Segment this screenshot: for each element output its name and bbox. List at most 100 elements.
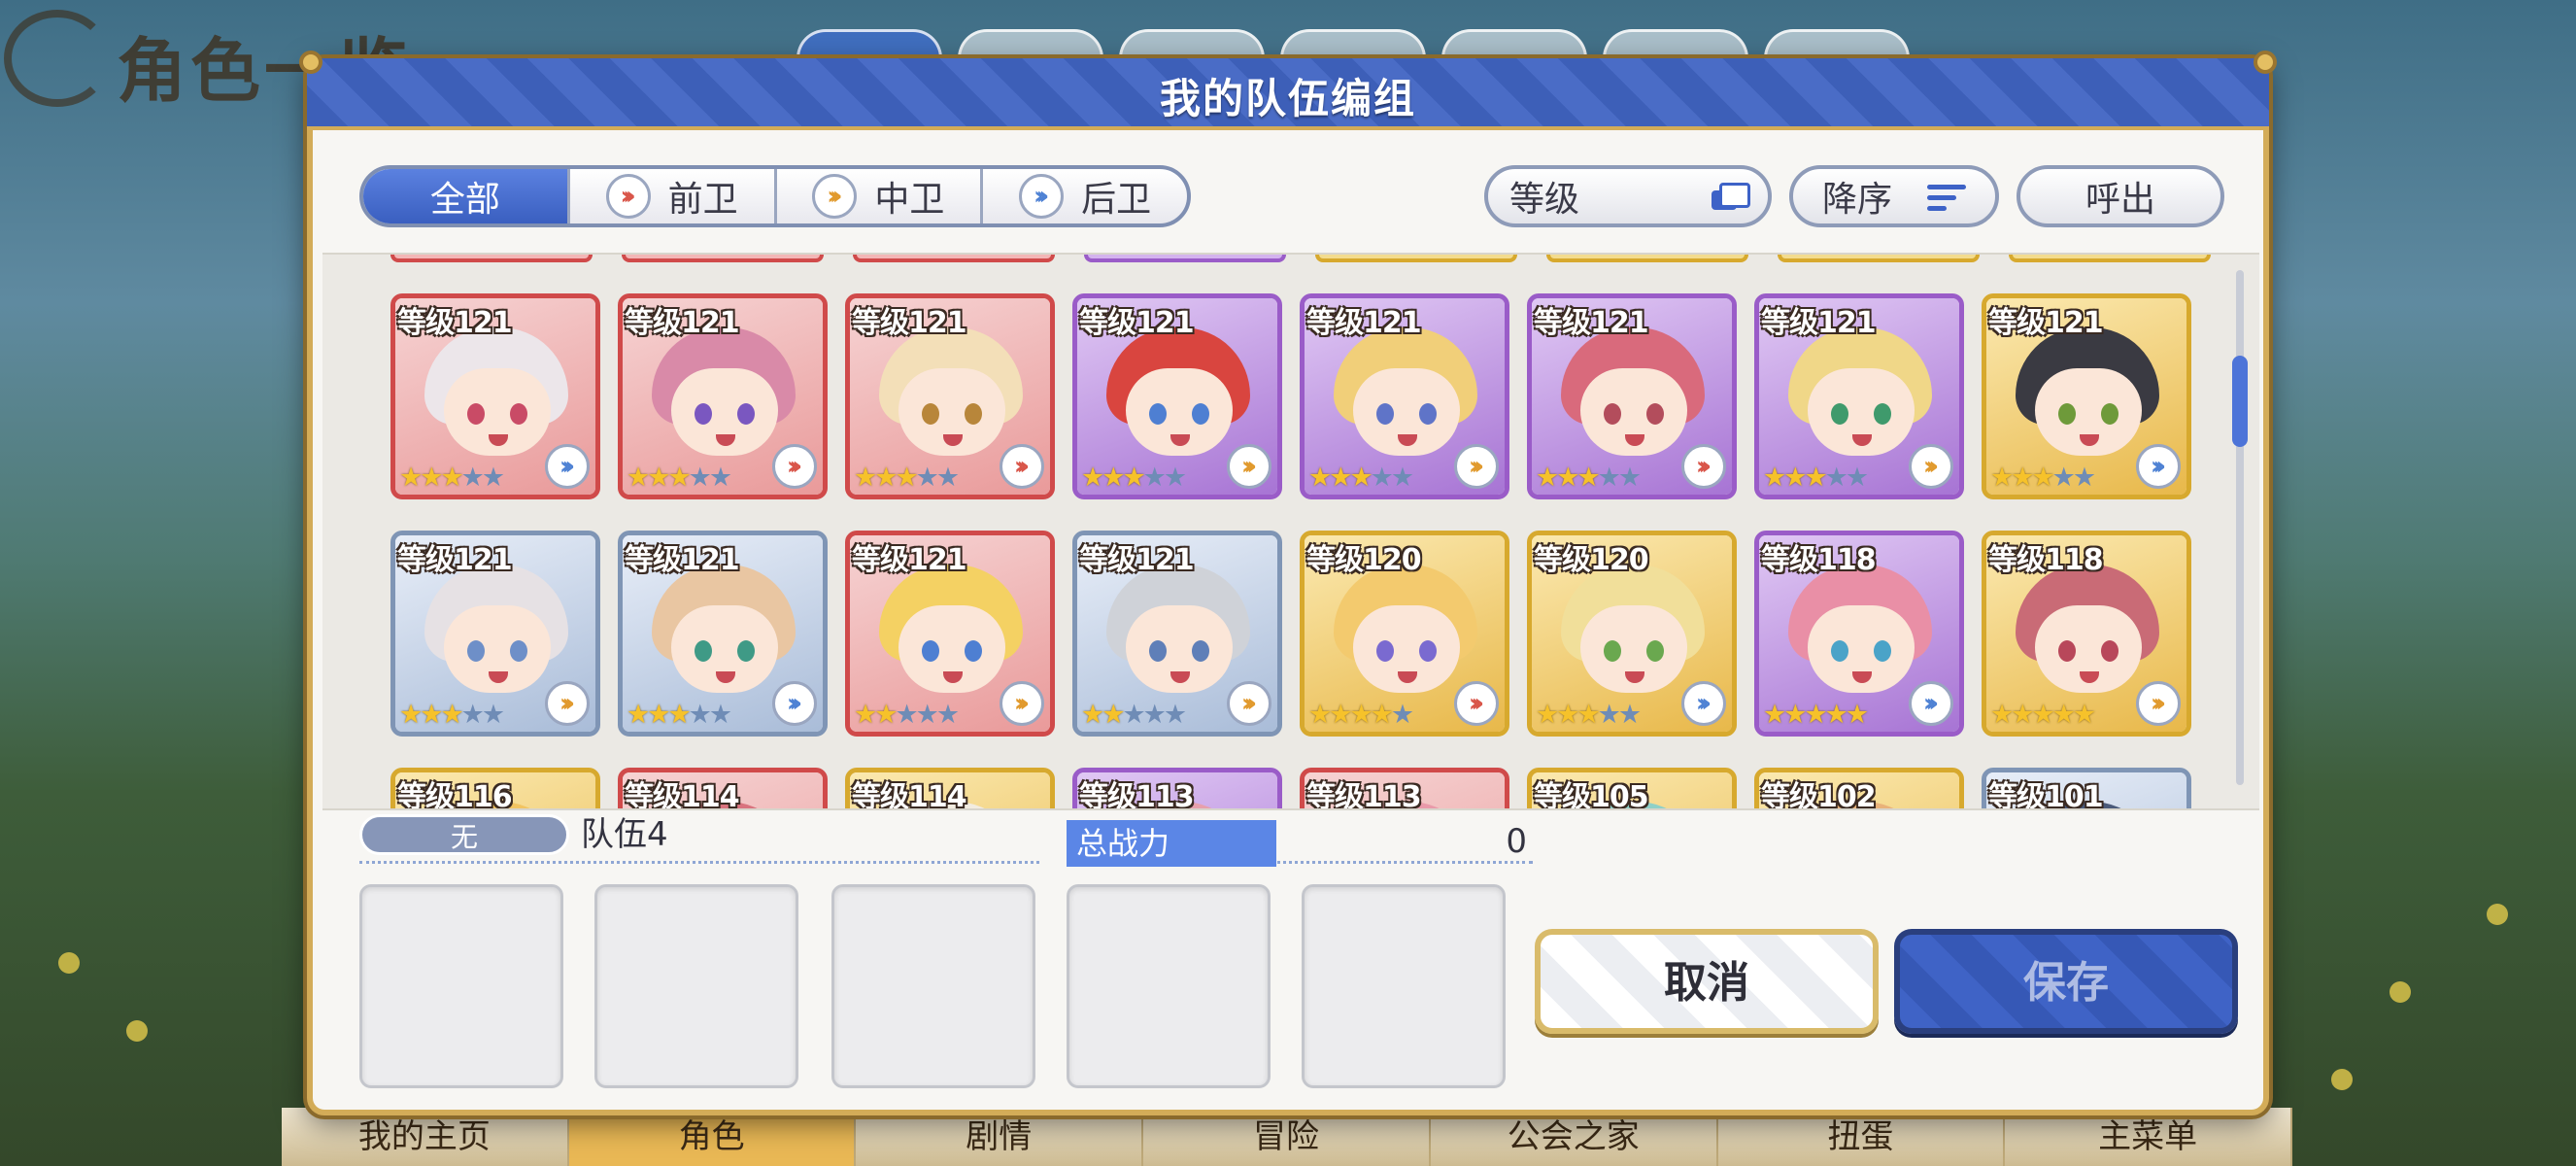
star-filled-icon: ★	[1370, 700, 1394, 730]
callout-label: 呼出	[2085, 180, 2155, 220]
star-filled-icon: ★	[647, 700, 670, 730]
character-level: 等级121	[1079, 543, 1195, 577]
character-level: 等级121	[625, 543, 740, 577]
filter-tab[interactable]: ››› 前卫	[570, 169, 777, 223]
portrait-eye	[1149, 640, 1167, 662]
star-filled-icon: ★	[2051, 700, 2076, 730]
character-card[interactable]: 等级121 ★★★★★ ›››	[390, 531, 600, 737]
portrait-eye	[467, 403, 485, 425]
character-level: 等级121	[397, 543, 513, 577]
character-level: 等级113	[1306, 780, 1422, 810]
star-empty-icon: ★	[1142, 463, 1167, 493]
portrait-eye	[467, 640, 485, 662]
character-card[interactable]: 等级120 ★★★★★ ›››	[1300, 531, 1509, 737]
star-rating: ★★★★★	[1536, 463, 1642, 493]
character-card[interactable]: 等级121 ★★★★★ ›››	[618, 293, 828, 499]
portrait-eye	[737, 640, 755, 662]
sort-order-label: 降序	[1822, 180, 1893, 220]
character-card[interactable]: 等级121 ★★★★★ ›››	[1300, 293, 1509, 499]
character-card[interactable]: 等级121 ★★★★★ ›››	[1527, 293, 1737, 499]
team-slot-4[interactable]	[1067, 884, 1271, 1088]
character-card[interactable]: 等级121 ★★★★★ ›››	[845, 531, 1055, 737]
character-level: 等级113	[1079, 780, 1195, 810]
background-nav-item: 冒险	[1143, 1108, 1431, 1166]
star-filled-icon: ★	[2011, 463, 2034, 493]
character-card[interactable]: 等级121 ★★★★★ ›››	[1072, 531, 1282, 737]
star-filled-icon: ★	[399, 463, 423, 493]
character-card[interactable]: 等级113	[1072, 768, 1282, 810]
filter-tab[interactable]: ››› 后卫	[983, 169, 1187, 223]
filter-tab[interactable]: ››› 中卫	[777, 169, 984, 223]
star-filled-icon: ★	[420, 700, 443, 730]
star-filled-icon: ★	[1122, 463, 1145, 493]
team-slot-1[interactable]	[359, 884, 563, 1088]
star-filled-icon: ★	[420, 463, 443, 493]
star-filled-icon: ★	[440, 463, 463, 493]
character-card[interactable]: 等级121 ★★★★★ ›››	[618, 531, 828, 737]
character-level: 等级102	[1761, 780, 1877, 810]
grid-scrollbar-thumb[interactable]	[2232, 356, 2248, 447]
grid-scrollbar[interactable]	[2236, 270, 2244, 785]
star-rating: ★★★★★	[1763, 700, 1869, 730]
middle-role-icon: ›››	[812, 174, 858, 219]
character-level: 等级121	[852, 306, 967, 340]
star-empty-icon: ★	[1122, 700, 1145, 730]
star-filled-icon: ★	[1349, 700, 1373, 730]
character-card[interactable]: 等级118 ★★★★★ ›››	[1982, 531, 2191, 737]
filter-tab[interactable]: 全部	[363, 169, 570, 223]
team-slot-5[interactable]	[1302, 884, 1506, 1088]
portrait-eye	[2101, 640, 2118, 662]
star-filled-icon: ★	[1824, 700, 1848, 730]
star-filled-icon: ★	[627, 463, 650, 493]
star-rating: ★★★★★	[1990, 700, 2096, 730]
star-filled-icon: ★	[1990, 700, 2014, 730]
sort-by-label: 等级	[1509, 180, 1580, 220]
star-empty-icon: ★	[708, 463, 732, 493]
callout-button[interactable]: 呼出	[2017, 165, 2224, 227]
save-button[interactable]: 保存	[1894, 929, 2238, 1034]
star-empty-icon: ★	[708, 700, 732, 730]
middle-role-icon: ›››	[1454, 444, 1499, 489]
sort-order-button[interactable]: 降序	[1789, 165, 1999, 227]
back-role-icon: ›››	[1019, 174, 1065, 219]
star-filled-icon: ★	[2072, 700, 2096, 730]
partial-character-card	[390, 255, 593, 262]
star-empty-icon: ★	[935, 700, 960, 730]
background-nav-item: 公会之家	[1431, 1108, 1718, 1166]
sort-by-button[interactable]: 等级	[1484, 165, 1772, 227]
star-empty-icon: ★	[1617, 463, 1642, 493]
character-card[interactable]: 等级120 ★★★★★ ›››	[1527, 531, 1737, 737]
character-card[interactable]: 等级121 ★★★★★ ›››	[390, 293, 600, 499]
star-empty-icon: ★	[935, 463, 960, 493]
character-card[interactable]: 等级114	[845, 768, 1055, 808]
character-card[interactable]: 等级116	[390, 768, 600, 808]
star-rating: ★★★★★	[1308, 700, 1414, 730]
character-card[interactable]: 等级121 ★★★★★ ›››	[1982, 293, 2191, 499]
portrait-eye	[510, 403, 527, 425]
star-filled-icon: ★	[1536, 700, 1559, 730]
cancel-button[interactable]: 取消	[1535, 929, 1879, 1034]
star-rating: ★★★★★	[399, 463, 505, 493]
corner-ornament	[299, 51, 322, 74]
star-empty-icon: ★	[1597, 700, 1621, 730]
character-grid[interactable]: 等级121 ★★★★★ ››› 等级121 ★★★★★ ››› 等级121 ★★★★★ ››› 等…	[322, 253, 2259, 810]
star-empty-icon: ★	[915, 700, 939, 730]
character-card[interactable]: 等级101	[1982, 768, 2191, 808]
character-card[interactable]: 等级114	[618, 768, 828, 808]
character-card[interactable]: 等级105	[1527, 768, 1737, 808]
portrait-eye	[1604, 403, 1621, 425]
character-card[interactable]: 等级118 ★★★★★ ›››	[1754, 531, 1964, 737]
character-card[interactable]: 等级102	[1754, 768, 1964, 810]
filter-tab-label: 前卫	[667, 180, 738, 220]
character-card[interactable]: 等级121 ★★★★★ ›››	[1754, 293, 1964, 499]
team-slot-3[interactable]	[831, 884, 1035, 1088]
star-rating: ★★★★★	[1081, 463, 1187, 493]
character-card[interactable]: 等级113	[1300, 768, 1509, 810]
character-card[interactable]: 等级121 ★★★★★ ›››	[1072, 293, 1282, 499]
character-card[interactable]: 等级121 ★★★★★ ›››	[845, 293, 1055, 499]
team-slot-2[interactable]	[594, 884, 798, 1088]
star-filled-icon: ★	[1804, 700, 1827, 730]
middle-role-icon: ›››	[545, 681, 590, 726]
star-filled-icon: ★	[854, 700, 877, 730]
total-power-value: 0	[1506, 822, 1527, 861]
